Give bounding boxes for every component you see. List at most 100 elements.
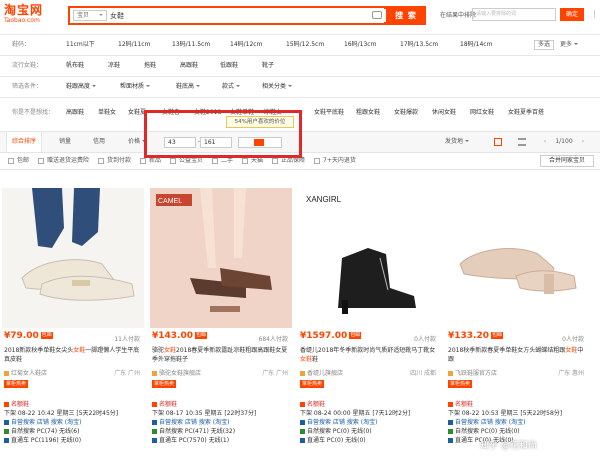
search-box: 宝贝 — [68, 6, 390, 25]
shoe-illustration: CAMEL — [150, 188, 292, 328]
shop-location: 广东 广州 — [114, 370, 140, 377]
highlight-annotation-box — [144, 110, 302, 158]
product-card[interactable]: XANGIRL ¥1597.00 包邮 0人付款 香缇儿2018年冬季新款时尚气质… — [296, 188, 442, 474]
condition-dropdown[interactable]: 帮面材质 — [120, 78, 150, 96]
filter-row-style: 流行女鞋： 帆布鞋 凉鞋 拖鞋 高跟鞋 低跟鞋 靴子 — [0, 57, 600, 75]
checkbox-label: 7+天内退货 — [323, 157, 356, 164]
offshelf-time: 下架 08-22 10:42 星期三 [5天22时45分] — [4, 410, 119, 417]
natural-search: 自然搜索 PC(471) 无线(32) — [152, 427, 290, 436]
exclude-input[interactable]: 请输入要排除的词 — [472, 8, 556, 21]
checkbox[interactable] — [38, 158, 44, 164]
shop-tools: 自营搜索 店铺 搜索 (淘宝) — [448, 418, 586, 427]
suggestion-link[interactable]: 女鞋爆款 — [394, 104, 418, 122]
suggestion-link[interactable]: 单鞋女 — [98, 104, 116, 122]
search-scope-select[interactable]: 宝贝 — [73, 10, 107, 21]
product-image[interactable]: CAMEL — [150, 188, 292, 328]
shop-name[interactable]: 飞跃鞋服官方店 — [448, 368, 497, 377]
filter-row-size: 鞋码： 11cm以下 12码/11cm 13码/11.5cm 14码/12cm … — [0, 36, 600, 54]
svg-text:CAMEL: CAMEL — [158, 198, 182, 205]
condition-dropdown[interactable]: 相关分类 — [262, 78, 292, 96]
checkbox[interactable] — [8, 158, 14, 164]
more-button[interactable]: 更多 — [560, 36, 578, 54]
merge-shop-button[interactable]: 合并同家宝贝 — [540, 155, 594, 167]
checkbox-label: 赠送退货运费险 — [47, 157, 90, 164]
size-option[interactable]: 12码/11cm — [118, 36, 150, 54]
style-option[interactable]: 低跟鞋 — [220, 57, 238, 75]
condition-dropdown[interactable]: 鞋底高 — [176, 78, 200, 96]
suggestion-link[interactable]: 粗跟女鞋 — [356, 104, 380, 122]
hot-tag: 掌柜热卖 — [300, 380, 325, 388]
sort-credit[interactable]: 信用 — [84, 132, 114, 152]
size-option[interactable]: 17码/13.5cm — [400, 36, 438, 54]
paid-search: 直通车 PC(1196) 无线(0) — [4, 436, 142, 445]
style-option[interactable]: 靴子 — [262, 57, 274, 75]
shop-name[interactable]: 红菊女人鞋店 — [4, 368, 47, 377]
list-view-icon[interactable] — [518, 138, 526, 146]
natural-search: 自然搜索 PC(74) 无线(6) — [4, 427, 142, 436]
suggestion-link[interactable]: 女鞋夏季百搭 — [508, 104, 544, 122]
style-option[interactable]: 拖鞋 — [144, 57, 156, 75]
logo-subtext: Taobao.com — [4, 17, 40, 24]
shop-location: 广东 广州 — [262, 370, 288, 377]
shop-name[interactable]: 骆驼女鞋旗舰店 — [152, 368, 201, 377]
checkbox[interactable] — [314, 158, 320, 164]
filter-label: 你是不是想找： — [12, 109, 55, 116]
taobao-logo[interactable]: 淘宝网 Taobao.com — [4, 4, 56, 26]
divider — [594, 10, 598, 18]
size-option[interactable]: 13码/11.5cm — [172, 36, 210, 54]
search-button[interactable]: 搜 索 — [386, 6, 426, 25]
product-card[interactable]: ¥133.20 包邮 0人付款 2018秋季新款春夏季单鞋女方头蝴蝶结粗跟女鞋中跟… — [444, 188, 590, 474]
size-option[interactable]: 18码/14cm — [460, 36, 492, 54]
shop-tools: 自营搜索 店铺 搜索 (淘宝) — [300, 418, 438, 427]
product-title[interactable]: 2018新款秋季单鞋女尖头女鞋一脚蹬懒人学生平底真皮鞋 — [4, 346, 142, 364]
page-indicator: 1/100 — [555, 138, 573, 145]
shop-name[interactable]: 香缇儿旗舰店 — [300, 368, 343, 377]
product-image[interactable]: XANGIRL — [298, 188, 440, 328]
multi-select-button[interactable]: 多选 — [534, 40, 554, 50]
product-image[interactable] — [446, 188, 588, 328]
product-title[interactable]: 香缇儿2018年冬季新款时尚气质舒适短靴马丁靴女女鞋鞋 — [300, 346, 438, 364]
size-option[interactable]: 11cm以下 — [66, 36, 95, 54]
condition-dropdown[interactable]: 款式 — [222, 78, 240, 96]
product-card[interactable]: ¥79.00 包邮 11人付款 2018新款秋季单鞋女尖头女鞋一脚蹬懒人学生平底真… — [0, 188, 146, 474]
shipping-location[interactable]: 发货地 — [440, 132, 474, 152]
product-title[interactable]: 骆驼女鞋2018春夏季新款露趾凉鞋粗跟高跟鞋女夏季外穿拖鞋子 — [152, 346, 290, 364]
product-card[interactable]: CAMEL ¥143.00 包邮 684人付款 骆驼女鞋2018春夏季新款露趾凉鞋… — [148, 188, 294, 474]
product-title[interactable]: 2018秋季新款春夏季单鞋女方头蝴蝶结粗跟女鞋中跟 — [448, 346, 586, 364]
paid-count: 0人付款 — [562, 336, 584, 343]
suggestion-link[interactable]: 网红女鞋 — [470, 104, 494, 122]
shop-tools: 自营搜索 店铺 搜索 (淘宝) — [152, 418, 290, 427]
grid-view-icon[interactable] — [494, 138, 502, 146]
offshelf-time: 下架 08-24 00:00 星期五 [7天12时2分] — [300, 410, 411, 417]
style-option[interactable]: 帆布鞋 — [66, 57, 84, 75]
suggestion-link[interactable]: 女鞋平底鞋 — [314, 104, 344, 122]
product-image[interactable] — [2, 188, 144, 328]
size-option[interactable]: 16码/13cm — [344, 36, 376, 54]
exclude-confirm-button[interactable]: 确定 — [560, 8, 584, 21]
next-page-icon[interactable]: › — [578, 132, 588, 152]
checkbox[interactable] — [272, 158, 278, 164]
condition-dropdown[interactable]: 鞋跟高度 — [66, 78, 96, 96]
divider — [0, 55, 600, 56]
svg-text:XANGIRL: XANGIRL — [306, 195, 342, 204]
checkbox[interactable] — [170, 158, 176, 164]
ad-info: 名额鞋 — [4, 400, 142, 409]
checkbox[interactable] — [242, 158, 248, 164]
camera-icon[interactable] — [372, 11, 382, 19]
shoe-illustration — [446, 188, 588, 328]
style-option[interactable]: 高跟鞋 — [180, 57, 198, 75]
ad-info: 名额鞋 — [448, 400, 586, 409]
shop-location: 广东 惠州 — [558, 370, 584, 377]
style-option[interactable]: 凉鞋 — [108, 57, 120, 75]
checkbox[interactable] — [212, 158, 218, 164]
size-option[interactable]: 14码/12cm — [230, 36, 262, 54]
search-input[interactable] — [110, 9, 390, 22]
size-option[interactable]: 15码/12.5cm — [286, 36, 324, 54]
checkbox[interactable] — [98, 158, 104, 164]
suggestion-link[interactable]: 休闲女鞋 — [432, 104, 456, 122]
prev-page-icon[interactable]: ‹ — [540, 132, 550, 152]
sort-sales[interactable]: 销量 — [50, 132, 80, 152]
suggestion-link[interactable]: 高跟鞋 — [66, 104, 84, 122]
checkbox[interactable] — [140, 158, 146, 164]
sort-comprehensive[interactable]: 综合排序 — [6, 132, 42, 152]
